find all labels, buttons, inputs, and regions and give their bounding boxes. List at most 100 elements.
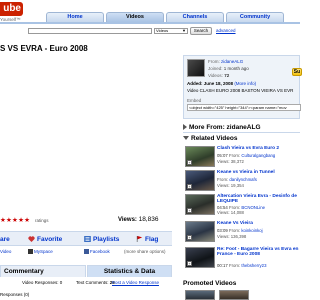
more-info-link[interactable]: (More info) (234, 81, 256, 86)
video-responses-count: Video Responses: 0 (22, 280, 62, 285)
video-title: S VS EVRA - Euro 2008 (0, 44, 88, 53)
collapse-arrow-icon (183, 136, 189, 141)
flag-button[interactable]: Flag (136, 236, 158, 243)
promoted-heading: Promoted Videos (183, 280, 237, 287)
share-button[interactable]: are (0, 236, 10, 243)
responses-heading: Responses (0) (0, 292, 30, 297)
list-item[interactable]: + Keane vs Vieira in Tunnel From: danily… (185, 170, 300, 192)
added-value: June 18, 2008 (203, 81, 234, 86)
subscribe-button[interactable]: Su (292, 68, 302, 76)
related-uploader[interactable]: Culturalgangbang (241, 153, 275, 158)
views-label: Views: (118, 217, 137, 223)
playlists-button[interactable]: Playlists (84, 236, 119, 243)
video-responses-value: 0 (59, 280, 63, 285)
related-title[interactable]: Keane vs Vieira in Tunnel (217, 170, 275, 175)
search-category-select[interactable]: Videos ▼ (154, 28, 188, 34)
from-line: From: zidaneALG (208, 59, 243, 64)
related-uploader[interactable]: BCNONLine (241, 205, 265, 210)
flag-label: Flag (145, 236, 159, 243)
videos-label: Videos: (208, 73, 223, 78)
favorite-button[interactable]: Favorite (28, 236, 62, 243)
more-from-heading: More From: zidaneALG (189, 124, 261, 131)
share-video-link[interactable]: Video (0, 249, 11, 254)
avatar[interactable] (187, 59, 205, 77)
tab-community[interactable]: Community (226, 12, 284, 22)
add-to-quicklist-icon[interactable]: + (187, 261, 192, 266)
favorite-label: Favorite (37, 236, 63, 243)
video-responses-label: Video Responses: (22, 280, 59, 285)
related-time: 00:17 (217, 263, 228, 268)
share-options-row: Video MySpace Facebook (more share optio… (0, 247, 172, 258)
more-from-section[interactable]: More From: zidaneALG (183, 124, 261, 131)
post-video-response-link[interactable]: Post a Video Response (112, 280, 159, 285)
related-from: From: danilynchmafs (217, 177, 257, 182)
joined-value: 1 month ago (223, 66, 249, 71)
advanced-search-link[interactable]: advanced (216, 28, 236, 33)
video-thumbnail[interactable]: + (185, 221, 215, 242)
text-comments-label: Text Comments: (76, 280, 109, 285)
list-item[interactable]: + Clash Vieira vs Evra Euro 2 05:07 From… (185, 146, 300, 168)
video-player[interactable] (0, 55, 176, 211)
list-item[interactable]: + Altercation Vieira Evra - Desinfo de L… (185, 194, 300, 216)
related-time: 05:07 (217, 153, 228, 158)
video-thumbnail[interactable] (185, 290, 215, 300)
related-uploader[interactable]: danilynchmafs (229, 177, 256, 182)
logo-text: ube (0, 2, 23, 16)
list-item[interactable]: + Re: Foot - Bagarre Vieira vs Evra en F… (185, 247, 300, 269)
nav-underline (0, 22, 300, 24)
videos-value: 72 (224, 73, 230, 78)
add-to-quicklist-icon[interactable]: + (187, 235, 192, 240)
uploader-info-box: From: zidaneALG Joined: 1 month ago Vide… (183, 55, 302, 119)
action-bar: are Favorite Playlists Flag (0, 231, 172, 246)
video-thumbnail[interactable]: + (185, 247, 215, 268)
ratings-count: ratings (35, 218, 49, 223)
add-to-quicklist-icon[interactable]: + (187, 184, 192, 189)
heart-icon (28, 236, 35, 243)
related-title[interactable]: Altercation Vieira Evra - Desinfo de LEQ… (217, 194, 301, 204)
promoted-videos-section[interactable]: Promoted Videos (183, 280, 236, 287)
tab-videos[interactable]: Videos (106, 12, 164, 22)
myspace-label: MySpace (34, 249, 53, 254)
related-title[interactable]: Clash Vieira vs Evra Euro 2 (217, 146, 279, 151)
video-thumbnail[interactable]: + (185, 170, 215, 191)
related-title[interactable]: Keane Vs Vieira (217, 221, 253, 226)
video-thumbnail[interactable] (219, 290, 249, 300)
facebook-icon (84, 249, 89, 255)
videos-line: Videos: 72 (208, 73, 229, 78)
related-videos-section[interactable]: Related Videos (183, 135, 237, 142)
uploader-link[interactable]: zidaneALG (221, 59, 243, 64)
search-button[interactable]: Search (190, 27, 212, 35)
add-to-quicklist-icon[interactable]: + (187, 160, 192, 165)
tab-statistics[interactable]: Statistics & Data (87, 265, 172, 277)
tab-home[interactable]: Home (46, 12, 104, 22)
related-views: Views: 136,398 (217, 234, 247, 239)
embed-code-field[interactable]: <object width="425" height="344"><param … (187, 104, 301, 111)
related-from: 03:09 From: koinkoinkoj (217, 228, 263, 233)
video-thumbnail[interactable]: + (185, 146, 215, 167)
related-heading: Related Videos (191, 135, 238, 142)
tab-channels[interactable]: Channels (166, 12, 224, 22)
related-uploader[interactable]: thebsherry23 (241, 263, 266, 268)
joined-line: Joined: 1 month ago (208, 66, 249, 71)
related-views: Views: 14,088 (217, 210, 244, 215)
share-facebook-link[interactable]: Facebook (84, 249, 110, 255)
tab-commentary[interactable]: Commentary (0, 265, 86, 277)
list-item[interactable] (185, 290, 300, 300)
related-views-value: 136,398 (230, 234, 247, 239)
playlist-icon (84, 236, 91, 243)
embed-label: Embed (187, 98, 202, 103)
related-views-value: 38,372 (230, 159, 244, 164)
related-uploader[interactable]: koinkoinkoj (241, 228, 262, 233)
add-to-quicklist-icon[interactable]: + (187, 208, 192, 213)
search-input[interactable] (28, 28, 152, 34)
star-rating[interactable]: ★★★★★ (0, 216, 30, 224)
list-item[interactable]: + Keane Vs Vieira 03:09 From: koinkoinko… (185, 221, 300, 243)
more-share-options-link[interactable]: (more share options) (124, 249, 166, 254)
video-thumbnail[interactable]: + (185, 194, 215, 215)
share-myspace-link[interactable]: MySpace (28, 249, 53, 255)
related-from: 05:07 From: Culturalgangbang (217, 153, 276, 158)
share-label: are (0, 236, 10, 243)
related-time: 03:09 (217, 228, 228, 233)
facebook-label: Facebook (90, 249, 110, 254)
related-title[interactable]: Re: Foot - Bagarre Vieira vs Evra en Fra… (217, 247, 301, 257)
